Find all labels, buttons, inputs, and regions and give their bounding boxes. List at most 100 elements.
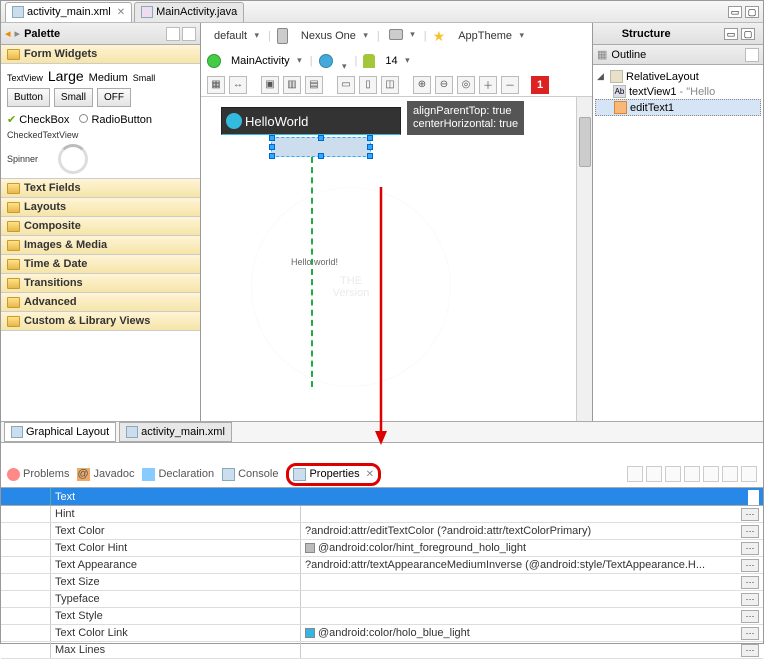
locale-icon[interactable] [319, 54, 333, 68]
filter-icon[interactable] [646, 466, 662, 482]
layout3-icon[interactable]: ▤ [305, 76, 323, 94]
tab-console[interactable]: Console [222, 468, 278, 481]
tree-textview[interactable]: Ab textView1 - "Hello [595, 84, 761, 99]
edit-button[interactable]: ⋯ [741, 610, 759, 623]
layout-icon[interactable]: ▣ [261, 76, 279, 94]
spinner-item[interactable]: Spinner [7, 154, 38, 164]
progress-icon[interactable] [58, 144, 88, 174]
align-icon[interactable]: ▭ [337, 76, 355, 94]
property-row[interactable]: Max Lines⋯ [1, 642, 763, 659]
tab-declaration[interactable]: Declaration [142, 468, 214, 481]
orientation-dd[interactable] [386, 26, 418, 46]
props-category[interactable]: Text [51, 488, 748, 505]
radio-item[interactable]: RadioButton [79, 114, 152, 126]
folder-time-date[interactable]: Time & Date [1, 255, 200, 274]
property-value[interactable]: ?android:attr/textAppearanceMediumInvers… [301, 559, 763, 572]
toggle-viewport-icon[interactable]: ▦ [207, 76, 225, 94]
activity-dd[interactable]: MainActivity [227, 53, 304, 69]
property-value[interactable]: ⋯ [301, 508, 763, 521]
property-row[interactable]: Text Style⋯ [1, 608, 763, 625]
folder-composite[interactable]: Composite [1, 217, 200, 236]
edit-button[interactable]: ⋯ [741, 508, 759, 521]
button-item[interactable]: Button [7, 88, 50, 107]
tree-edittext[interactable]: editText1 [595, 99, 761, 116]
property-value[interactable]: ⋯ [301, 576, 763, 589]
palette-menu-icon[interactable] [182, 27, 196, 41]
edit-button[interactable]: ⋯ [741, 644, 759, 657]
resize-handle[interactable] [318, 153, 324, 159]
checkbox-item[interactable]: ✔ CheckBox [7, 113, 69, 126]
property-row[interactable]: Text Size⋯ [1, 574, 763, 591]
arrow-left-icon[interactable]: ◂ [5, 27, 11, 40]
tree-root[interactable]: ◢ RelativeLayout [595, 69, 761, 84]
layout2-icon[interactable]: ▥ [283, 76, 301, 94]
minimize-icon[interactable]: ▭ [724, 28, 738, 40]
edit-button[interactable]: ⋯ [741, 542, 759, 555]
config-default-dd[interactable]: default [207, 27, 262, 45]
theme-dd[interactable]: AppTheme [451, 27, 527, 45]
tab-javadoc[interactable]: @Javadoc [77, 468, 134, 481]
folder-text-fields[interactable]: Text Fields [1, 179, 200, 198]
arrow-right-icon[interactable]: ▸ [15, 27, 21, 40]
design-canvas[interactable]: THEVersion HelloWorld alignParentTop: t [201, 97, 592, 421]
folder-advanced[interactable]: Advanced [1, 293, 200, 312]
api-dd[interactable]: 14 [381, 53, 411, 69]
property-value[interactable]: ?android:attr/editTextColor (?android:at… [301, 525, 763, 538]
property-value[interactable]: ⋯ [301, 644, 763, 657]
tab-problems[interactable]: Problems [7, 468, 69, 481]
property-value[interactable]: ⋯ [301, 610, 763, 623]
outline-opt-icon[interactable] [745, 48, 759, 62]
property-value[interactable]: @android:color/holo_blue_light⋯ [301, 627, 763, 640]
textview-item[interactable]: TextView [7, 73, 43, 83]
tab-main-activity[interactable]: MainActivity.java [134, 2, 244, 22]
property-value[interactable]: @android:color/hint_foreground_holo_ligh… [301, 542, 763, 555]
property-row[interactable]: Hint⋯ [1, 506, 763, 523]
tab-activity-xml[interactable]: activity_main.xml ✕ [5, 2, 132, 22]
medium-text-item[interactable]: Medium [89, 72, 128, 84]
resize-handle[interactable] [367, 153, 373, 159]
device-dd[interactable]: Nexus One [294, 27, 371, 45]
lint-badge[interactable]: 1 [531, 76, 549, 94]
resize-handle[interactable] [269, 135, 275, 141]
minimize-icon[interactable]: ▭ [728, 6, 742, 18]
zoom-fit-icon[interactable]: ⊕ [413, 76, 431, 94]
checked-textview-item[interactable]: CheckedTextView [7, 130, 194, 140]
more-button[interactable]: ⋯ [748, 490, 759, 505]
close-icon[interactable]: ✕ [117, 7, 125, 18]
resize-handle[interactable] [269, 153, 275, 159]
small-button-item[interactable]: Small [54, 88, 93, 107]
subtab-graphical[interactable]: Graphical Layout [4, 422, 116, 442]
folder-custom-library[interactable]: Custom & Library Views [1, 312, 200, 331]
small-text-item[interactable]: Small [133, 73, 156, 83]
expand-icon[interactable] [703, 466, 719, 482]
tab-properties-highlighted[interactable]: Properties ✕ [286, 463, 381, 486]
folder-transitions[interactable]: Transitions [1, 274, 200, 293]
menu-icon[interactable] [741, 466, 757, 482]
toggle-off-item[interactable]: OFF [97, 88, 131, 107]
palette-opts-icon[interactable] [166, 27, 180, 41]
selected-edittext[interactable] [271, 137, 371, 157]
property-row[interactable]: Text Color?android:attr/editTextColor (?… [1, 523, 763, 540]
arrow-icon[interactable]: ↔ [229, 76, 247, 94]
zoom-100-icon[interactable]: ◎ [457, 76, 475, 94]
resize-handle[interactable] [318, 135, 324, 141]
align2-icon[interactable]: ▯ [359, 76, 377, 94]
edit-button[interactable]: ⋯ [741, 593, 759, 606]
resize-handle[interactable] [269, 144, 275, 150]
collapse-icon[interactable] [722, 466, 738, 482]
zoom-in-icon[interactable]: ＋ [479, 76, 497, 94]
folder-layouts[interactable]: Layouts [1, 198, 200, 217]
scrollbar-vertical[interactable] [576, 97, 592, 421]
pin-icon[interactable] [627, 466, 643, 482]
collapse-icon[interactable]: ◢ [597, 71, 607, 82]
edit-button[interactable]: ⋯ [741, 525, 759, 538]
scroll-thumb[interactable] [579, 117, 591, 167]
edit-button[interactable]: ⋯ [741, 576, 759, 589]
maximize-icon[interactable]: ▢ [745, 6, 759, 18]
zoom-reset-icon[interactable]: ⊖ [435, 76, 453, 94]
align3-icon[interactable]: ◫ [381, 76, 399, 94]
property-row[interactable]: Typeface⋯ [1, 591, 763, 608]
subtab-xml[interactable]: activity_main.xml [119, 422, 232, 442]
close-icon[interactable]: ✕ [366, 469, 374, 480]
property-value[interactable]: ⋯ [301, 593, 763, 606]
